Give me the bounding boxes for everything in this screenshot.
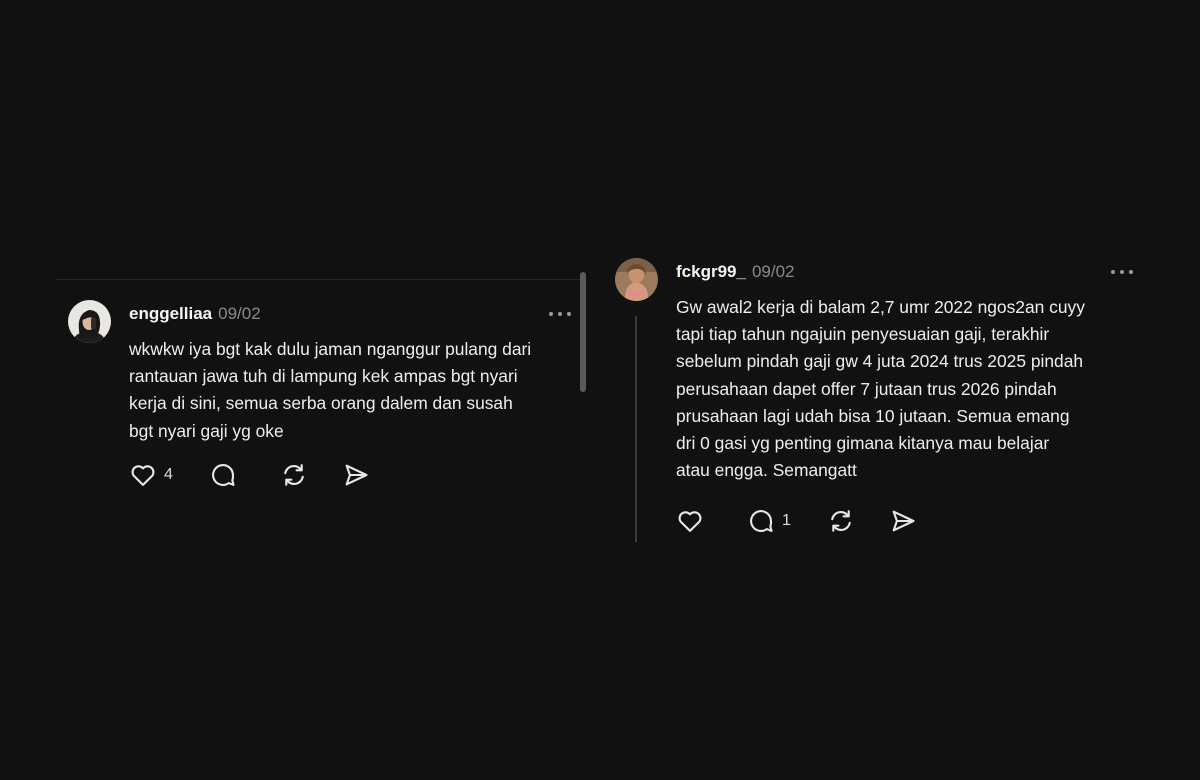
send-icon <box>892 510 915 532</box>
post-text: wkwkw iya bgt kak dulu jaman nganggur pu… <box>129 336 573 445</box>
comment-icon <box>211 464 235 486</box>
post-text-line: bgt nyari gaji yg oke <box>129 420 284 441</box>
reply-button[interactable] <box>209 461 244 489</box>
post-text-line: Gw awal2 kerja di balam 2,7 umr 2022 ngo… <box>676 297 1085 317</box>
like-button[interactable]: 4 <box>129 461 173 489</box>
heart-icon <box>131 465 155 486</box>
repost-button[interactable] <box>827 507 855 535</box>
post-actions: 1 <box>676 507 917 535</box>
reply-button[interactable]: 1 <box>747 507 791 535</box>
send-icon <box>345 464 368 486</box>
more-options-button[interactable] <box>1109 262 1135 282</box>
panel-divider <box>55 279 583 280</box>
share-button[interactable] <box>342 461 370 489</box>
post-text-line: dri 0 gasi yg penting gimana kitanya mau… <box>676 433 1050 454</box>
repost-icon <box>284 464 304 486</box>
timestamp: 09/02 <box>218 304 261 323</box>
scrollbar[interactable] <box>580 272 586 392</box>
avatar[interactable] <box>615 258 658 301</box>
post-text-line: wkwkw iya bgt kak dulu jaman nganggur pu… <box>129 339 532 359</box>
post-text-line: perusahaan dapet offer 7 jutaan trus 202… <box>676 378 1057 399</box>
share-button[interactable] <box>889 507 917 535</box>
repost-icon <box>831 510 851 532</box>
post-text-line: tapi tiap tahun ngajuin penyesuaian gaji… <box>676 324 1050 345</box>
like-button[interactable] <box>676 507 711 535</box>
post-actions: 4 <box>129 461 370 489</box>
reply-count: 1 <box>782 512 791 529</box>
post-header: fckgr99_ 09/02 <box>676 259 1135 285</box>
post-text: Gw awal2 kerja di balam 2,7 umr 2022 ngo… <box>676 294 1145 484</box>
avatar[interactable] <box>68 300 111 343</box>
heart-icon <box>678 511 702 532</box>
thread-line <box>635 316 637 542</box>
post-header: enggelliaa 09/02 <box>129 301 573 327</box>
repost-button[interactable] <box>280 461 308 489</box>
post-text-line: prusahaan lagi udah bisa 10 jutaan. Semu… <box>676 405 1070 426</box>
comment-icon <box>750 510 773 532</box>
more-options-button[interactable] <box>547 304 573 324</box>
post-text-line: rantauan jawa tuh di lampung kek ampas b… <box>129 366 518 387</box>
more-horizontal-icon <box>1111 270 1115 274</box>
post-text-line: atau engga. Semangatt <box>676 460 857 481</box>
post-text-line: sebelum pindah gaji gw 4 juta 2024 trus … <box>676 351 1084 372</box>
like-count: 4 <box>164 466 173 483</box>
username[interactable]: fckgr99_ <box>676 262 746 282</box>
timestamp: 09/02 <box>751 262 795 281</box>
more-horizontal-icon <box>549 312 553 316</box>
post-text-line: kerja di sini, semua serba orang dalem d… <box>129 393 513 414</box>
username[interactable]: enggelliaa <box>129 304 212 324</box>
